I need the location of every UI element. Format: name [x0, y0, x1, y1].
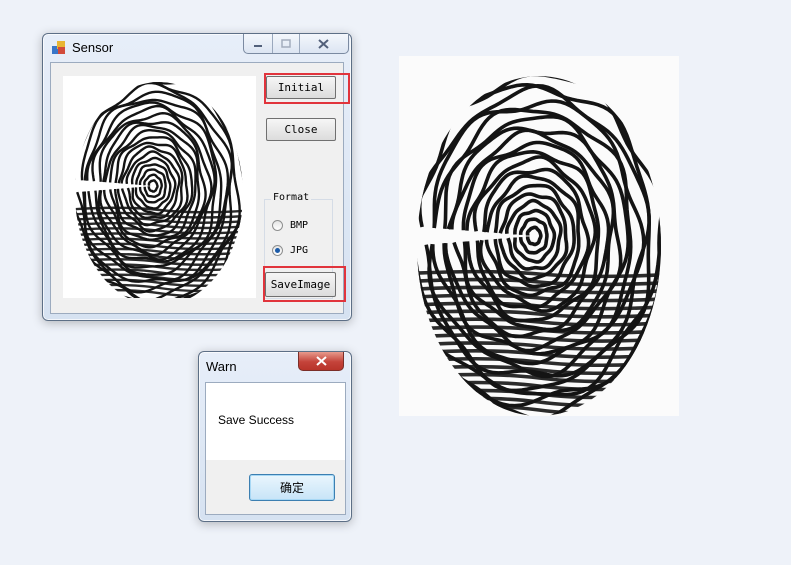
ok-button[interactable]: 确定	[249, 474, 335, 501]
warn-titlebar[interactable]: Warn	[199, 352, 351, 378]
radio-jpg[interactable]: JPG	[272, 245, 308, 256]
sensor-title: Sensor	[72, 40, 114, 55]
radio-bmp-label: BMP	[290, 220, 309, 231]
minimize-icon[interactable]	[244, 34, 272, 53]
fingerprint-image-large	[417, 76, 661, 416]
initial-highlight	[264, 73, 350, 104]
fingerprint-preview	[63, 76, 256, 298]
sensor-window: Sensor Initial Close Format BMP JPG Save…	[42, 33, 352, 321]
format-group-label: Format	[271, 192, 312, 203]
warn-message-area: Save Success	[206, 383, 345, 460]
warn-message: Save Success	[218, 413, 295, 427]
radio-bmp-circle[interactable]	[272, 220, 283, 231]
fingerprint-large-image	[399, 56, 679, 416]
app-icon	[52, 41, 65, 54]
caption-buttons	[243, 34, 349, 54]
fingerprint-image	[75, 82, 243, 298]
close-button[interactable]: Close	[266, 118, 336, 141]
warn-dialog: Warn Save Success 确定	[198, 351, 352, 522]
warn-client-area: Save Success 确定	[205, 382, 346, 515]
close-icon[interactable]	[299, 34, 346, 53]
maximize-icon[interactable]	[272, 34, 299, 53]
warn-title: Warn	[206, 359, 237, 374]
radio-jpg-circle[interactable]	[272, 245, 283, 256]
warn-close-icon[interactable]	[298, 352, 344, 371]
save-image-highlight	[263, 266, 346, 302]
radio-jpg-label: JPG	[290, 245, 309, 256]
sensor-client-area: Initial Close Format BMP JPG SaveImage	[50, 62, 350, 314]
radio-bmp[interactable]: BMP	[272, 220, 308, 231]
sensor-titlebar[interactable]: Sensor	[43, 34, 351, 60]
